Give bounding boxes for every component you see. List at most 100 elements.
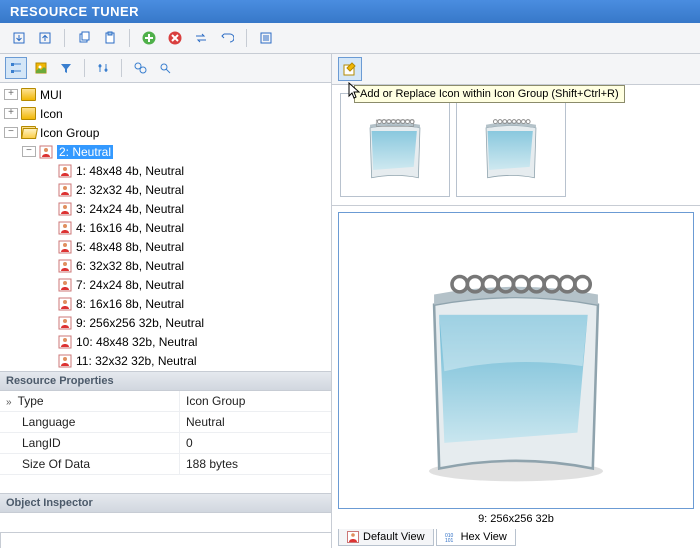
- expand-icon[interactable]: +: [4, 89, 18, 100]
- thumbnail[interactable]: [340, 93, 450, 197]
- notepad-icon: [470, 106, 552, 184]
- title-bar: RESOURCE TUNER: [0, 0, 700, 23]
- person-icon: [58, 221, 72, 235]
- prop-row-size: Size Of Data 188 bytes: [0, 454, 331, 475]
- person-icon: [347, 531, 359, 543]
- tree-label: 3: 24x24 4b, Neutral: [76, 202, 184, 216]
- tree-label: 4: 16x16 4b, Neutral: [76, 221, 184, 235]
- notepad-icon: [388, 233, 644, 489]
- view-tabs: Default View 010101 Hex View: [332, 529, 700, 548]
- person-icon: [58, 183, 72, 197]
- person-icon: [58, 202, 72, 216]
- tree-label: MUI: [40, 88, 62, 102]
- prop-value: 0: [180, 433, 199, 453]
- tree-label: 9: 256x256 32b, Neutral: [76, 316, 204, 330]
- prop-value: 188 bytes: [180, 454, 244, 474]
- collapse-icon[interactable]: −: [4, 127, 18, 138]
- prop-row-type: » Type Icon Group: [0, 391, 331, 412]
- remove-button[interactable]: [164, 27, 186, 49]
- properties-header: Resource Properties: [0, 371, 331, 391]
- tree-node-icon[interactable]: + Icon: [4, 104, 327, 123]
- tree-label: Icon Group: [40, 126, 99, 140]
- prop-row-langid: LangID 0: [0, 433, 331, 454]
- prop-key: Type: [18, 394, 44, 408]
- tree-leaf[interactable]: 4: 16x16 4b, Neutral: [4, 218, 327, 237]
- prop-value: Icon Group: [180, 391, 251, 411]
- tree-label: 2: Neutral: [57, 145, 113, 159]
- tab-label: Hex View: [461, 531, 507, 543]
- tab-default-view[interactable]: Default View: [338, 529, 434, 546]
- undo-button[interactable]: [216, 27, 238, 49]
- find-next-button[interactable]: [154, 57, 176, 79]
- tree-label: 7: 24x24 8b, Neutral: [76, 278, 184, 292]
- add-replace-icon-button[interactable]: [338, 57, 362, 81]
- chevron-right-icon: »: [6, 397, 12, 408]
- person-icon: [58, 316, 72, 330]
- download-button[interactable]: [8, 27, 30, 49]
- person-icon: [39, 145, 53, 159]
- left-toolbar: [0, 54, 331, 83]
- folder-open-icon: [21, 126, 36, 139]
- tooltip: Add or Replace Icon within Icon Group (S…: [354, 85, 625, 103]
- thumbnail[interactable]: [456, 93, 566, 197]
- tree-label: 8: 16x16 8b, Neutral: [76, 297, 184, 311]
- hex-icon: 010101: [445, 531, 457, 543]
- person-icon: [58, 259, 72, 273]
- folder-icon: [21, 88, 36, 101]
- folder-icon: [21, 107, 36, 120]
- main-toolbar: [0, 23, 700, 54]
- tree-leaf[interactable]: 10: 48x48 32b, Neutral: [4, 332, 327, 351]
- filter-button[interactable]: [55, 57, 77, 79]
- tree-leaf[interactable]: 2: 32x32 4b, Neutral: [4, 180, 327, 199]
- paste-button[interactable]: [99, 27, 121, 49]
- tree-leaf[interactable]: 1: 48x48 4b, Neutral: [4, 161, 327, 180]
- tree-node-icon-group[interactable]: − Icon Group: [4, 123, 327, 142]
- status-strip: [0, 532, 331, 548]
- tree-label: Icon: [40, 107, 63, 121]
- tree-leaf[interactable]: 7: 24x24 8b, Neutral: [4, 275, 327, 294]
- resource-tree[interactable]: + MUI + Icon − Icon Group − 2: Neutral 1…: [0, 83, 331, 371]
- tree-leaf[interactable]: 6: 32x32 8b, Neutral: [4, 256, 327, 275]
- right-pane: Add or Replace Icon within Icon Group (S…: [332, 54, 700, 548]
- tree-leaf[interactable]: 9: 256x256 32b, Neutral: [4, 313, 327, 332]
- upload-button[interactable]: [34, 27, 56, 49]
- person-icon: [58, 335, 72, 349]
- prop-key: Size Of Data: [0, 454, 180, 474]
- find-button[interactable]: [129, 57, 151, 79]
- properties-button[interactable]: [255, 27, 277, 49]
- prop-value: Neutral: [180, 412, 231, 432]
- object-inspector-header: Object Inspector: [0, 493, 331, 513]
- notepad-icon: [354, 106, 436, 184]
- person-icon: [58, 278, 72, 292]
- tree-label: 10: 48x48 32b, Neutral: [76, 335, 197, 349]
- app-title: RESOURCE TUNER: [10, 4, 139, 19]
- tree-view-button[interactable]: [5, 57, 27, 79]
- prop-row-language: Language Neutral: [0, 412, 331, 433]
- person-icon: [58, 164, 72, 178]
- sliders-button[interactable]: [92, 57, 114, 79]
- expand-icon[interactable]: +: [4, 108, 18, 119]
- image-view-button[interactable]: [30, 57, 52, 79]
- person-icon: [58, 297, 72, 311]
- tree-label: 2: 32x32 4b, Neutral: [76, 183, 184, 197]
- person-icon: [58, 354, 72, 368]
- collapse-icon[interactable]: −: [22, 146, 36, 157]
- add-button[interactable]: [138, 27, 160, 49]
- tree-leaf[interactable]: 5: 48x48 8b, Neutral: [4, 237, 327, 256]
- tree-label: 11: 32x32 32b, Neutral: [76, 354, 197, 368]
- properties-grid: » Type Icon Group Language Neutral LangID…: [0, 391, 331, 475]
- preview-caption: 9: 256x256 32b: [332, 511, 700, 529]
- copy-button[interactable]: [73, 27, 95, 49]
- tab-label: Default View: [363, 531, 425, 543]
- tree-leaf[interactable]: 11: 32x32 32b, Neutral: [4, 351, 327, 370]
- tree-label: 6: 32x32 8b, Neutral: [76, 259, 184, 273]
- tree-label: 5: 48x48 8b, Neutral: [76, 240, 184, 254]
- tree-leaf[interactable]: 8: 16x16 8b, Neutral: [4, 294, 327, 313]
- tree-node-mui[interactable]: + MUI: [4, 85, 327, 104]
- object-inspector-pane: [0, 513, 331, 532]
- tree-node-neutral[interactable]: − 2: Neutral: [4, 142, 327, 161]
- tab-hex-view[interactable]: 010101 Hex View: [436, 529, 516, 546]
- tree-leaf[interactable]: 3: 24x24 4b, Neutral: [4, 199, 327, 218]
- left-pane: + MUI + Icon − Icon Group − 2: Neutral 1…: [0, 54, 332, 548]
- swap-button[interactable]: [190, 27, 212, 49]
